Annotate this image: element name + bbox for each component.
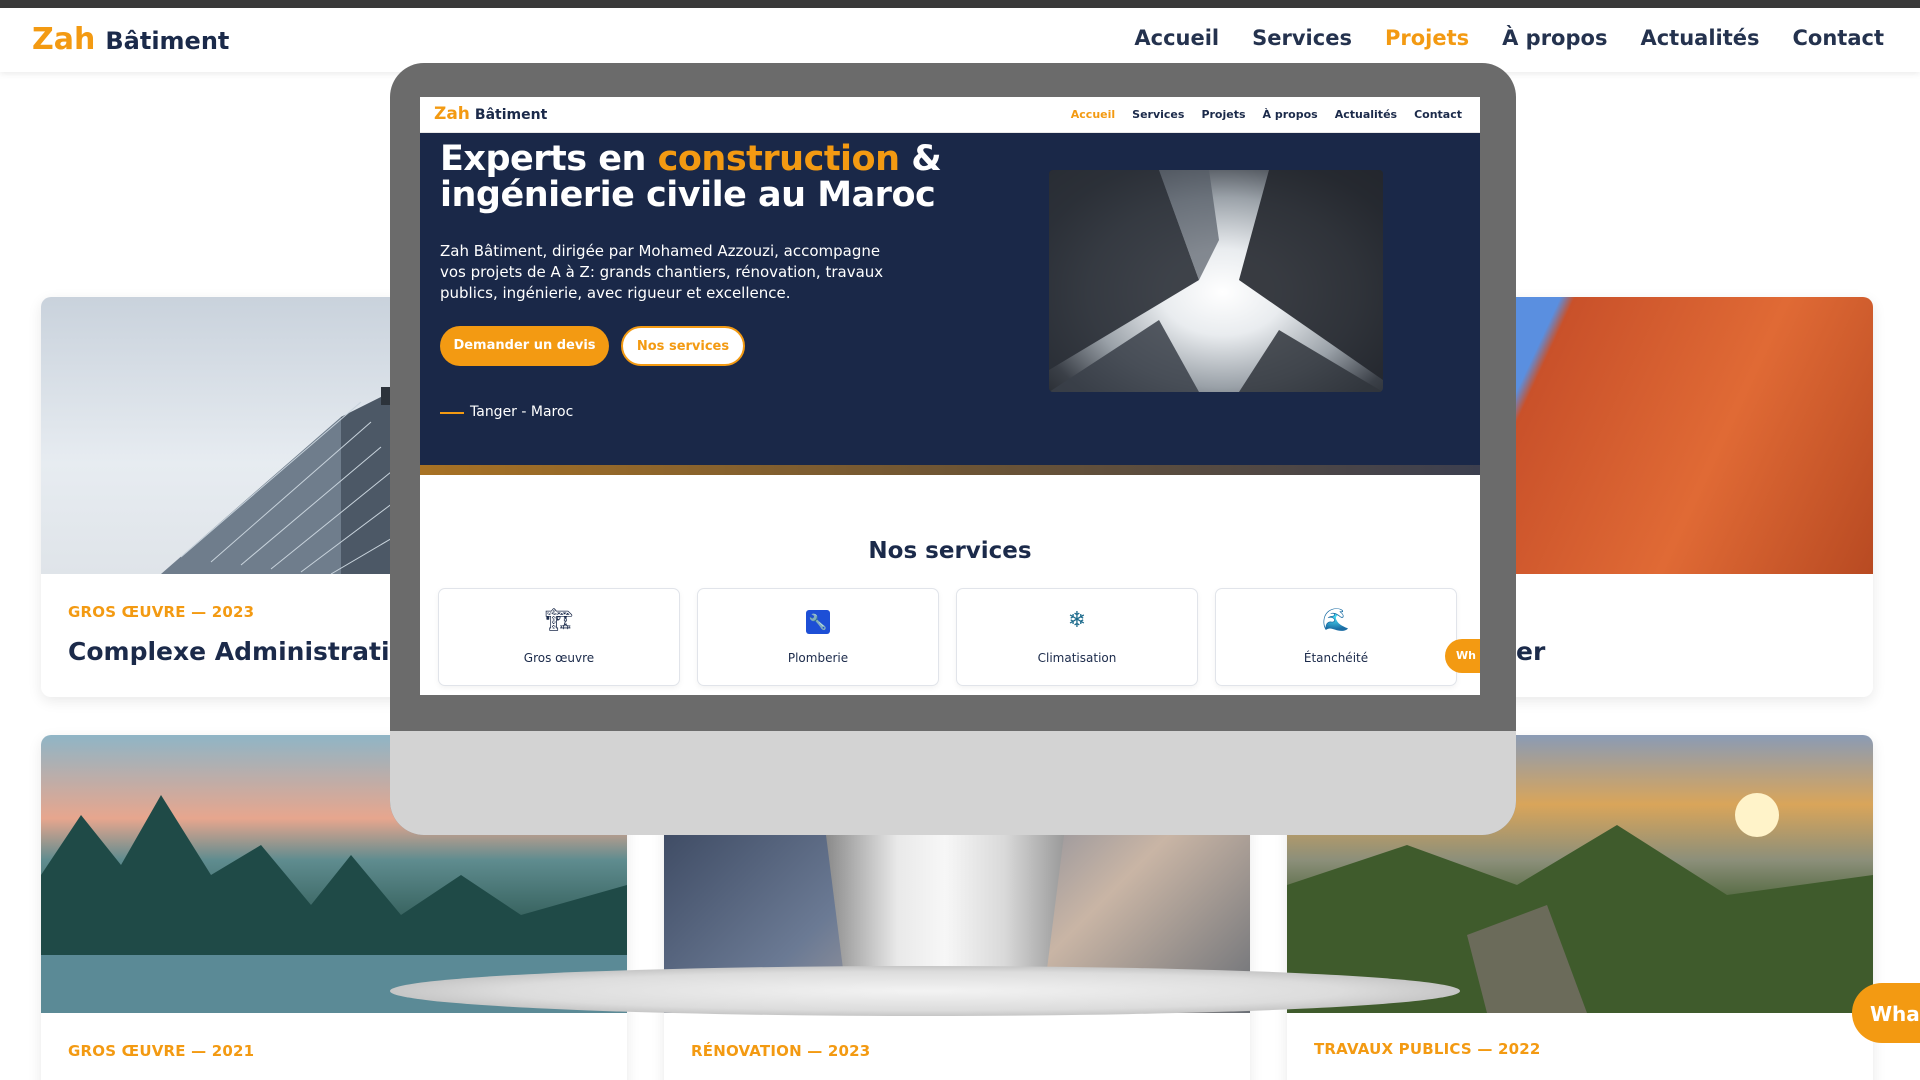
mockup-stage: Zah Bâtiment Accueil Services Projets À p…	[0, 0, 1920, 1080]
hero-title-highlight: construction	[657, 139, 900, 179]
services-section-title: Nos services	[868, 538, 1032, 564]
nav-accueil[interactable]: Accueil	[1134, 26, 1219, 50]
nav-actualites[interactable]: Actualités	[1335, 108, 1397, 121]
project-category: RÉNOVATION — 2023	[691, 1042, 871, 1060]
nav-accueil[interactable]: Accueil	[1071, 108, 1115, 121]
inner-site-logo[interactable]: Zah Bâtiment	[434, 104, 547, 124]
service-label: Climatisation	[1037, 651, 1117, 665]
hero-title: Experts en construction & ingénierie civ…	[440, 141, 960, 213]
inner-site-header: Zah Bâtiment Accueil Services Projets À p…	[420, 97, 1480, 133]
logo-name: Bâtiment	[474, 107, 548, 123]
monitor-frame: Zah Bâtiment Accueil Services Projets À p…	[390, 63, 1516, 835]
wrench-icon: 🔧	[804, 607, 832, 635]
monitor-stand-base	[390, 966, 1460, 1016]
nav-services[interactable]: Services	[1252, 26, 1352, 50]
location-dash	[440, 412, 464, 414]
whatsapp-button[interactable]: Wha	[1852, 983, 1920, 1043]
service-label: Étanchéité	[1303, 651, 1369, 665]
service-card-climatisation[interactable]: ❄ Climatisation	[956, 588, 1198, 686]
main-nav: Accueil Services Projets À propos Actual…	[1134, 26, 1884, 50]
crane-icon: 🏗	[545, 608, 573, 633]
skyscrapers-illustration	[1049, 170, 1383, 392]
project-title: Complexe Administratif To	[68, 637, 441, 666]
nav-a-propos[interactable]: À propos	[1263, 108, 1318, 121]
monitor-chin	[390, 731, 1516, 835]
logo-brand: Zah	[32, 22, 96, 57]
hero-skyscrapers-image	[1049, 170, 1383, 392]
top-strip	[0, 0, 1920, 8]
project-category: TRAVAUX PUBLICS — 2022	[1314, 1040, 1541, 1058]
project-category: GROS ŒUVRE — 2021	[68, 1042, 255, 1060]
project-category: GROS ŒUVRE — 2023	[68, 603, 255, 621]
monitor-screen: Zah Bâtiment Accueil Services Projets À p…	[420, 97, 1480, 695]
site-logo[interactable]: Zah Bâtiment	[32, 22, 229, 57]
nav-services[interactable]: Services	[1132, 108, 1184, 121]
service-label: Gros œuvre	[523, 651, 595, 665]
service-card-etancheite[interactable]: 🌊 Étanchéité	[1215, 588, 1457, 686]
hero-title-part1: Experts en	[440, 139, 658, 179]
service-card-plomberie[interactable]: 🔧 Plomberie	[697, 588, 939, 686]
nav-actualites[interactable]: Actualités	[1640, 26, 1759, 50]
request-quote-button[interactable]: Demander un devis	[440, 326, 609, 366]
inner-whatsapp-button[interactable]: Wh	[1445, 639, 1480, 673]
service-card-gros-oeuvre[interactable]: 🏗 Gros œuvre	[438, 588, 680, 686]
nav-a-propos[interactable]: À propos	[1502, 26, 1607, 50]
project-title: er	[1516, 637, 1546, 666]
nav-contact[interactable]: Contact	[1414, 108, 1462, 121]
our-services-button[interactable]: Nos services	[621, 326, 745, 366]
location-label: Tanger - Maroc	[470, 404, 574, 420]
hero-section: Experts en construction & ingénierie civ…	[420, 133, 1480, 465]
nav-projets[interactable]: Projets	[1201, 108, 1245, 121]
hero-divider-bar	[420, 465, 1480, 475]
inner-main-nav: Accueil Services Projets À propos Actual…	[1071, 108, 1462, 121]
nav-contact[interactable]: Contact	[1793, 26, 1885, 50]
nav-projets[interactable]: Projets	[1385, 26, 1469, 50]
logo-name: Bâtiment	[105, 27, 230, 55]
monitor-stand-neck	[826, 835, 1064, 985]
hero-lead: Zah Bâtiment, dirigée par Mohamed Azzouz…	[440, 242, 884, 302]
service-label: Plomberie	[787, 651, 849, 665]
water-wave-icon: 🌊	[1322, 608, 1350, 633]
logo-brand: Zah	[434, 104, 470, 124]
snowflake-icon: ❄	[1067, 608, 1087, 633]
